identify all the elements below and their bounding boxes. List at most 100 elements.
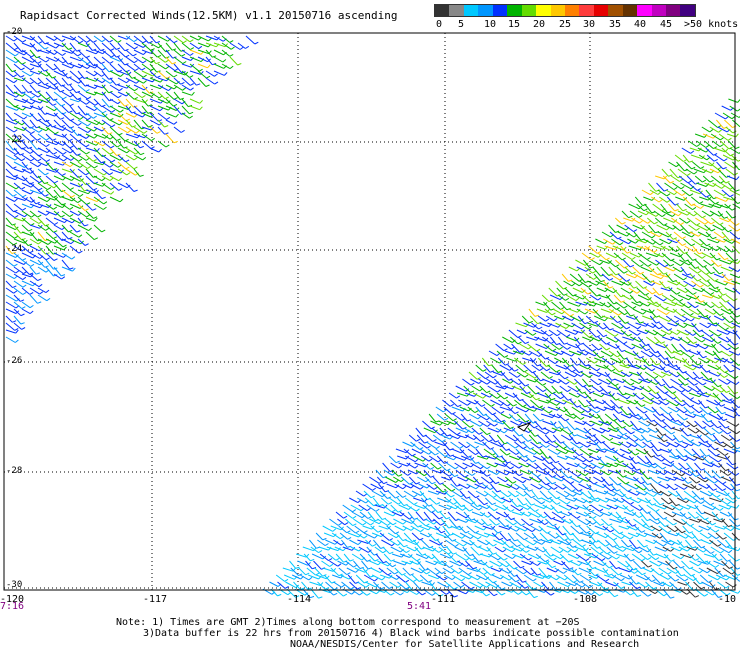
wind-barb bbox=[526, 462, 536, 470]
wind-barb-tick bbox=[486, 423, 491, 427]
wind-barb-tick bbox=[415, 508, 420, 512]
wind-barb bbox=[527, 469, 538, 478]
wind-barb-tick bbox=[511, 555, 516, 559]
wind-barb bbox=[13, 273, 23, 281]
wind-barb-tick bbox=[142, 40, 147, 44]
wind-barb-tick bbox=[639, 321, 644, 324]
wind-barb bbox=[646, 546, 654, 556]
wind-barb-tick bbox=[100, 61, 105, 65]
wind-barb-tick bbox=[517, 341, 522, 345]
wind-barb bbox=[646, 504, 657, 513]
wind-barb bbox=[585, 273, 594, 280]
wind-barb bbox=[719, 301, 729, 311]
wind-barb bbox=[570, 525, 581, 535]
wind-barb bbox=[521, 315, 530, 324]
wind-barb bbox=[53, 56, 64, 64]
wind-barb bbox=[29, 161, 39, 168]
wind-barb bbox=[343, 553, 351, 562]
wind-barb-tick bbox=[664, 264, 669, 268]
wind-barb-tick bbox=[556, 333, 561, 337]
wind-barb bbox=[531, 322, 540, 330]
wind-barb bbox=[465, 476, 475, 483]
wind-barb-tick bbox=[666, 193, 671, 197]
wind-barb bbox=[708, 371, 719, 377]
wind-barb-tick bbox=[414, 465, 419, 469]
wind-barb bbox=[197, 63, 208, 69]
wind-barb bbox=[648, 308, 657, 318]
wind-barb-tick bbox=[683, 410, 688, 414]
wind-barb-tick bbox=[363, 530, 368, 534]
wind-barb-tick bbox=[567, 549, 572, 553]
wind-barb-tick bbox=[539, 418, 544, 422]
wind-barb bbox=[643, 196, 653, 201]
wind-barb-tick bbox=[431, 481, 436, 485]
wind-barb bbox=[77, 217, 85, 227]
wind-barb-tick bbox=[692, 292, 697, 295]
wind-barb bbox=[659, 490, 669, 497]
wind-barb bbox=[719, 511, 730, 517]
wind-barb bbox=[13, 287, 24, 295]
wind-barb-tick bbox=[645, 348, 650, 352]
wind-barb-tick bbox=[670, 548, 675, 552]
wind-barb-tick bbox=[736, 176, 740, 180]
wind-barb-tick bbox=[85, 157, 90, 161]
wind-barb-tick bbox=[673, 396, 677, 400]
wind-barb bbox=[109, 91, 119, 99]
wind-barb bbox=[335, 511, 344, 519]
wind-barb bbox=[470, 378, 480, 384]
wind-barb bbox=[453, 539, 464, 547]
wind-barb bbox=[649, 357, 657, 366]
wind-barb-tick bbox=[724, 452, 729, 456]
wind-barb-tick bbox=[482, 395, 487, 399]
wind-barb-tick bbox=[133, 114, 138, 118]
wind-barb-tick bbox=[419, 537, 424, 541]
wind-barb bbox=[69, 231, 80, 238]
wind-barb-tick bbox=[53, 151, 58, 155]
wind-barb-tick bbox=[133, 166, 138, 170]
wind-barb-tick bbox=[86, 202, 91, 205]
wind-barb-tick bbox=[449, 403, 454, 407]
wind-barb-tick bbox=[671, 431, 676, 435]
wind-barb-tick bbox=[214, 73, 218, 77]
wind-barb bbox=[213, 56, 224, 63]
wind-barb-tick bbox=[510, 509, 515, 512]
wind-barb-tick bbox=[87, 129, 92, 133]
wind-barb-tick bbox=[662, 543, 667, 547]
wind-barb bbox=[710, 378, 719, 388]
wind-barb bbox=[441, 476, 451, 481]
wind-barb bbox=[494, 546, 503, 553]
wind-barb-tick bbox=[93, 216, 98, 219]
wind-barb-tick bbox=[604, 317, 608, 322]
wind-barb bbox=[462, 378, 472, 386]
wind-barb-tick bbox=[189, 83, 194, 86]
wind-barb-tick bbox=[635, 452, 640, 456]
wind-barb bbox=[665, 315, 676, 324]
wind-barb bbox=[197, 77, 207, 87]
wind-barb bbox=[367, 511, 376, 522]
wind-barb-tick bbox=[426, 445, 431, 449]
wind-barb bbox=[109, 98, 119, 105]
wind-barb-tick bbox=[29, 292, 34, 295]
wind-barb-tick bbox=[13, 290, 18, 294]
wind-barb-tick bbox=[531, 528, 536, 532]
wind-barb-tick bbox=[621, 257, 626, 261]
wind-barb bbox=[704, 308, 714, 315]
wind-barb bbox=[474, 525, 484, 531]
wind-barb-tick bbox=[466, 445, 471, 449]
wind-barb bbox=[442, 525, 451, 536]
wind-barb-tick bbox=[631, 346, 636, 350]
wind-barb bbox=[13, 252, 23, 261]
wind-barb bbox=[689, 147, 700, 152]
wind-barb bbox=[53, 175, 64, 181]
wind-barb-tick bbox=[716, 494, 721, 498]
wind-barb-tick bbox=[20, 67, 25, 71]
wind-barb-tick bbox=[655, 508, 660, 513]
wind-barb-tick bbox=[661, 213, 666, 218]
wind-barb bbox=[641, 273, 651, 283]
wind-barb bbox=[708, 455, 719, 463]
wind-barb-tick bbox=[640, 396, 645, 400]
wind-barb bbox=[375, 469, 384, 479]
wind-barb-tick bbox=[363, 535, 368, 539]
wind-barb-tick bbox=[542, 382, 547, 386]
wind-barb-tick bbox=[725, 299, 730, 303]
